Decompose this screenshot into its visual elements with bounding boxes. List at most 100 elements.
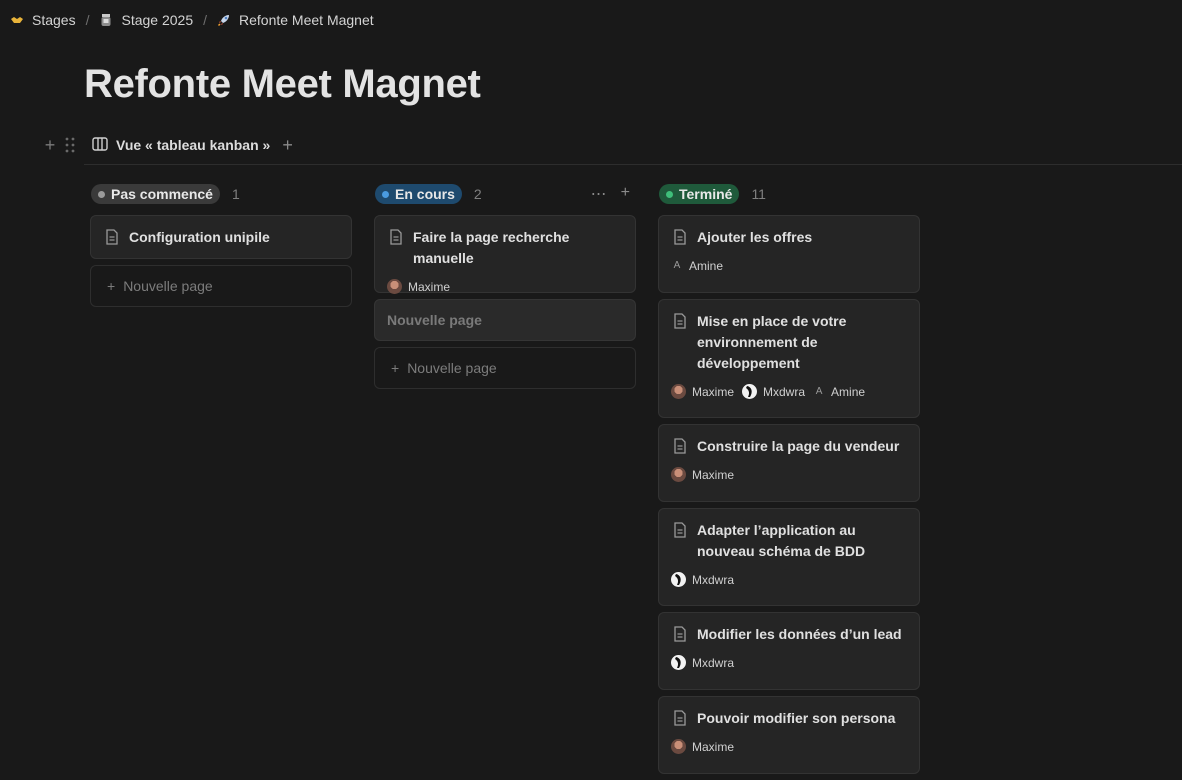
- card-assignees: Mxdwra: [671, 572, 907, 587]
- handshake-icon: [10, 13, 24, 27]
- avatar: A: [815, 386, 823, 397]
- breadcrumb-item-stages[interactable]: Stages: [10, 12, 76, 28]
- assignee-name: Mxdwra: [763, 384, 806, 399]
- avatar: [671, 467, 686, 482]
- board-card[interactable]: Configuration unipile: [90, 215, 352, 259]
- page-icon: [674, 522, 686, 538]
- assignee: Mxdwra: [742, 384, 805, 399]
- card-assignees: Maxime: [671, 467, 907, 482]
- plus-icon: +: [107, 278, 116, 294]
- card-assignees: Mxdwra: [671, 655, 907, 670]
- page-icon: [674, 710, 686, 726]
- column-header: En cours 2 ⋯ +: [374, 184, 636, 204]
- status-badge[interactable]: Pas commencé: [91, 184, 220, 204]
- tab-label: Vue « tableau kanban »: [116, 137, 271, 153]
- card-title: Adapter l’application au nouveau schéma …: [697, 522, 866, 559]
- board-card[interactable]: Faire la page recherche manuelle Maxime: [374, 215, 636, 294]
- assignee: Mxdwra: [671, 572, 734, 587]
- avatar: [387, 279, 402, 294]
- breadcrumb-label: Stages: [32, 12, 76, 28]
- assignee: Maxime: [671, 739, 734, 754]
- page-icon: [674, 313, 686, 329]
- assignee-name: Mxdwra: [692, 572, 735, 587]
- new-page-label: Nouvelle page: [123, 278, 213, 294]
- avatar: [671, 384, 686, 399]
- page-title[interactable]: Refonte Meet Magnet: [84, 62, 481, 107]
- card-title: Faire la page recherche manuelle: [413, 229, 570, 266]
- column-header: Terminé 11: [658, 184, 920, 204]
- board-column-pas-commence: Pas commencé 1 Configuration unipile + N…: [90, 184, 352, 307]
- status-dot: [666, 190, 673, 198]
- assignee: Maxime: [387, 279, 450, 294]
- breadcrumb-item-stage-2025[interactable]: Stage 2025: [99, 12, 193, 28]
- avatar: [671, 572, 686, 587]
- breadcrumb-label: Stage 2025: [121, 12, 194, 28]
- avatar: [671, 739, 686, 754]
- plus-icon: +: [391, 360, 400, 376]
- breadcrumb-label: Refonte Meet Magnet: [239, 12, 374, 28]
- column-count: 11: [751, 186, 766, 202]
- board-column-en-cours: En cours 2 ⋯ + Faire la page recherche m…: [374, 184, 636, 389]
- new-page-button[interactable]: + Nouvelle page: [374, 347, 636, 389]
- breadcrumb-separator: /: [85, 12, 90, 28]
- status-dot: [382, 190, 389, 198]
- avatar: [671, 655, 686, 670]
- view-bar: + Vue « tableau kanban » +: [40, 134, 1182, 156]
- board-card[interactable]: Adapter l’application au nouveau schéma …: [658, 508, 920, 606]
- board-card[interactable]: Pouvoir modifier son persona Maxime: [658, 696, 920, 774]
- assignee-name: Maxime: [408, 279, 451, 294]
- page-icon: [674, 626, 686, 642]
- card-title: Pouvoir modifier son persona: [697, 710, 896, 726]
- page-icon: [390, 229, 402, 245]
- card-title: Mise en place de votre environnement de …: [697, 313, 847, 371]
- board-card[interactable]: Construire la page du vendeur Maxime: [658, 424, 920, 502]
- status-badge[interactable]: En cours: [375, 184, 462, 204]
- assignee-name: Mxdwra: [692, 655, 735, 670]
- board-card[interactable]: Mise en place de votre environnement de …: [658, 299, 920, 418]
- board-card[interactable]: Modifier les données d’un lead Mxdwra: [658, 612, 920, 690]
- breadcrumb-item-current[interactable]: Refonte Meet Magnet: [217, 12, 374, 28]
- divider: [84, 164, 1182, 165]
- drag-handle-icon[interactable]: [60, 137, 80, 153]
- breadcrumb: Stages / Stage 2025 / Refonte Meet Magne…: [10, 10, 374, 30]
- status-label: En cours: [395, 186, 455, 202]
- assignee-name: Maxime: [692, 467, 735, 482]
- board-view-icon: [92, 136, 108, 154]
- page-icon: [674, 229, 686, 245]
- status-dot: [98, 190, 105, 198]
- assignee-name: Amine: [689, 258, 724, 273]
- card-title: Configuration unipile: [129, 229, 270, 245]
- card-assignees: Maxime: [671, 739, 907, 754]
- add-view-icon[interactable]: +: [282, 135, 293, 156]
- board-column-termine: Terminé 11 Ajouter les offres A Amine Mis…: [658, 184, 920, 780]
- assignee: A Amine: [813, 384, 865, 399]
- new-page-button[interactable]: + Nouvelle page: [90, 265, 352, 307]
- new-page-label: Nouvelle page: [407, 360, 497, 376]
- draft-page-card[interactable]: Nouvelle page: [374, 299, 636, 341]
- tab-kanban-view[interactable]: Vue « tableau kanban »: [92, 136, 271, 154]
- card-assignees: A Amine: [671, 258, 907, 273]
- card-title: Ajouter les offres: [697, 229, 813, 245]
- breadcrumb-separator: /: [203, 12, 207, 28]
- assignee-name: Amine: [831, 384, 866, 399]
- page-icon: [106, 229, 118, 245]
- assignee-name: Maxime: [692, 739, 735, 754]
- column-count: 1: [231, 186, 240, 202]
- avatar: A: [673, 260, 681, 271]
- assignee-name: Maxime: [692, 384, 735, 399]
- card-title: Modifier les données d’un lead: [697, 626, 902, 642]
- board-card[interactable]: Ajouter les offres A Amine: [658, 215, 920, 293]
- assignee: A Amine: [671, 258, 723, 273]
- more-options-icon[interactable]: ⋯: [591, 184, 607, 204]
- add-card-icon[interactable]: +: [621, 184, 630, 204]
- assignee: Maxime: [671, 467, 734, 482]
- column-count: 2: [473, 186, 482, 202]
- assignee: Maxime: [671, 384, 734, 399]
- avatar: [742, 384, 758, 399]
- column-header: Pas commencé 1: [90, 184, 352, 204]
- card-title: Construire la page du vendeur: [697, 438, 900, 454]
- card-assignees: Maxime: [387, 279, 623, 294]
- status-badge[interactable]: Terminé: [659, 184, 740, 204]
- page-icon: [674, 438, 686, 454]
- add-block-icon[interactable]: +: [40, 135, 60, 156]
